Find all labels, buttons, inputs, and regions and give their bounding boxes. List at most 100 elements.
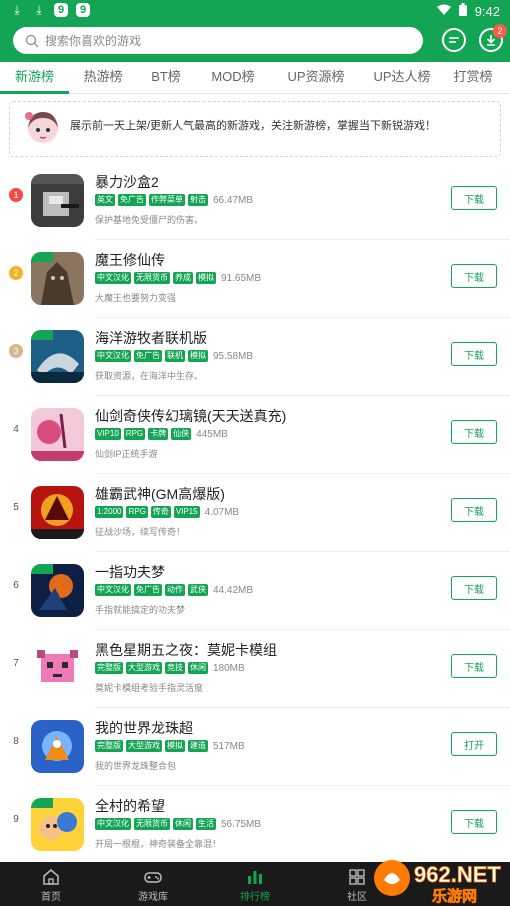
app-icon[interactable] <box>31 720 84 773</box>
list-item[interactable]: 6 一指功夫梦 中文汉化 免广告 动作 武侠 44.42MB 手指就能搞定的功夫… <box>0 552 510 630</box>
watermark-text: 962.NET <box>414 862 501 887</box>
ranking-notice: 展示前一天上架/更新人气最高的新游戏，关注新游榜，掌握当下新锐游戏！ <box>9 101 501 157</box>
list-item[interactable]: 7 黑色星期五之夜：莫妮卡模组 完整版 大型游戏 竞技 休闲 180MB 莫妮卡… <box>0 630 510 708</box>
app-description: 手指就能搞定的功夫梦 <box>95 605 186 615</box>
tag: 中文汉化 <box>95 272 131 284</box>
tag: 完整版 <box>95 740 123 752</box>
battery-icon <box>458 3 467 19</box>
nav-rankings[interactable]: 排行榜 <box>204 862 306 906</box>
download-notification-icon: ⤓ <box>14 2 20 17</box>
tag: 模拟 <box>165 740 185 752</box>
tab-new-games[interactable]: 新游榜 <box>0 62 69 94</box>
app-icon[interactable] <box>31 330 84 383</box>
rank-number: 5 <box>13 501 19 513</box>
list-item[interactable]: 3 海洋游牧者联机版 中文汉化 免广告 联机 模拟 95.58MB 获取资源，在… <box>0 318 510 396</box>
app-icon[interactable] <box>31 798 84 851</box>
rank-badge: 3 <box>9 344 23 358</box>
mascot-avatar <box>20 106 66 152</box>
rank-number: 6 <box>13 579 19 591</box>
app-name[interactable]: 暴力沙盒2 <box>95 172 159 192</box>
app-size: 44.42MB <box>213 584 254 596</box>
search-input[interactable]: 搜索你喜欢的游戏 <box>13 27 423 54</box>
app-icon[interactable] <box>31 564 84 617</box>
app-size: 56.75MB <box>221 818 262 830</box>
tag: 联机 <box>165 350 185 362</box>
tag: 中文汉化 <box>95 350 131 362</box>
app-name[interactable]: 海洋游牧者联机版 <box>95 328 207 348</box>
tag: 仙侠 <box>171 428 192 440</box>
list-item[interactable]: 1 暴力沙盒2 英文 免广告 作弊菜单 射击 66.47MB 保护基地免受僵尸的… <box>0 162 510 240</box>
app-description: 莫妮卡模组考验手指灵活度 <box>95 683 204 693</box>
app-icon[interactable] <box>31 642 84 695</box>
bar-chart-icon <box>248 871 262 884</box>
download-count-badge: 2 <box>493 24 507 38</box>
list-item[interactable]: 5 雄霸武神(GM高爆版) 1:2000 RPG 传奇 VIP15 4.07MB… <box>0 474 510 552</box>
app-icon[interactable] <box>31 174 84 227</box>
download-button[interactable]: 下载 <box>451 810 497 834</box>
community-icon <box>349 869 365 885</box>
tag: 完整版 <box>95 662 123 674</box>
message-button[interactable] <box>442 28 466 52</box>
app-tags: 中文汉化 免广告 动作 武侠 44.42MB <box>95 584 253 596</box>
app-size: 180MB <box>213 662 245 674</box>
tag: 中文汉化 <box>95 584 131 596</box>
app-tags: 完整版 大型游戏 竞技 休闲 180MB <box>95 662 245 674</box>
open-button[interactable]: 打开 <box>451 732 497 756</box>
rank-badge: 2 <box>9 266 23 280</box>
app-tags: VIP10 RPG 卡牌 仙侠 445MB <box>95 428 228 440</box>
app-notification-icon: 9 <box>76 3 90 17</box>
download-button[interactable]: 下载 <box>451 342 497 366</box>
app-icon[interactable] <box>31 486 84 539</box>
app-tags: 中文汉化 无限货币 养成 模拟 91.65MB <box>95 272 261 284</box>
app-size: 517MB <box>213 740 245 752</box>
download-button[interactable]: 下载 <box>451 420 497 444</box>
app-name[interactable]: 一指功夫梦 <box>95 562 165 582</box>
nav-label: 首页 <box>41 892 61 903</box>
tab-bt[interactable]: BT榜 <box>137 62 195 94</box>
app-size: 445MB <box>196 428 228 440</box>
tag: 休闲 <box>188 662 208 674</box>
app-name[interactable]: 我的世界龙珠超 <box>95 718 193 738</box>
message-icon <box>449 37 459 43</box>
tab-tips[interactable]: 打赏榜 <box>443 62 503 94</box>
download-button[interactable]: 下载 <box>451 264 497 288</box>
wifi-icon <box>436 4 451 19</box>
app-name[interactable]: 全村的希望 <box>95 796 165 816</box>
tag: 射击 <box>188 194 208 206</box>
download-button[interactable]: 下载 <box>451 186 497 210</box>
rank-badge: 1 <box>9 188 23 202</box>
notice-text: 展示前一天上架/更新人气最高的新游戏，关注新游榜，掌握当下新锐游戏！ <box>70 120 437 132</box>
tag: 建造 <box>188 740 208 752</box>
watermark-subtext: 乐游网 <box>432 887 477 905</box>
list-item[interactable]: 4 仙剑奇侠传幻璃镜(天天送真充) VIP10 RPG 卡牌 仙侠 445MB … <box>0 396 510 474</box>
gamepad-icon <box>144 872 162 883</box>
search-placeholder: 搜索你喜欢的游戏 <box>45 34 142 48</box>
tag: 大型游戏 <box>126 740 162 752</box>
site-watermark: 962.NET 乐游网 <box>370 852 510 906</box>
nav-home[interactable]: 首页 <box>0 862 102 906</box>
app-name[interactable]: 魔王修仙传 <box>95 250 165 270</box>
tab-up-resources[interactable]: UP资源榜 <box>271 62 361 94</box>
app-name[interactable]: 仙剑奇侠传幻璃镜(天天送真充) <box>95 406 286 426</box>
tab-mod[interactable]: MOD榜 <box>195 62 271 94</box>
app-size: 95.58MB <box>213 350 254 362</box>
tag: 卡牌 <box>148 428 169 440</box>
download-button[interactable]: 下载 <box>451 498 497 522</box>
ranking-tabs: 新游榜 热游榜 BT榜 MOD榜 UP资源榜 UP达人榜 打赏榜 <box>0 62 510 94</box>
list-item[interactable]: 8 我的世界龙珠超 完整版 大型游戏 模拟 建造 517MB 我的世界龙珠整合包… <box>0 708 510 786</box>
download-button[interactable]: 下载 <box>451 576 497 600</box>
app-icon[interactable] <box>31 252 84 305</box>
app-name[interactable]: 黑色星期五之夜：莫妮卡模组 <box>95 640 277 660</box>
app-tags: 1:2000 RPG 传奇 VIP15 4.07MB <box>95 506 239 518</box>
list-item[interactable]: 2 魔王修仙传 中文汉化 无限货币 养成 模拟 91.65MB 大魔王也要努力变… <box>0 240 510 318</box>
tag: 无限货币 <box>134 272 170 284</box>
app-icon[interactable] <box>31 408 84 461</box>
tab-hot-games[interactable]: 热游榜 <box>69 62 137 94</box>
download-button[interactable]: 下载 <box>451 654 497 678</box>
app-tags: 中文汉化 免广告 联机 模拟 95.58MB <box>95 350 253 362</box>
app-name[interactable]: 雄霸武神(GM高爆版) <box>95 484 225 504</box>
tag: 养成 <box>173 272 193 284</box>
tab-up-creators[interactable]: UP达人榜 <box>361 62 443 94</box>
nav-game-library[interactable]: 游戏库 <box>102 862 204 906</box>
tag: 休闲 <box>173 818 193 830</box>
